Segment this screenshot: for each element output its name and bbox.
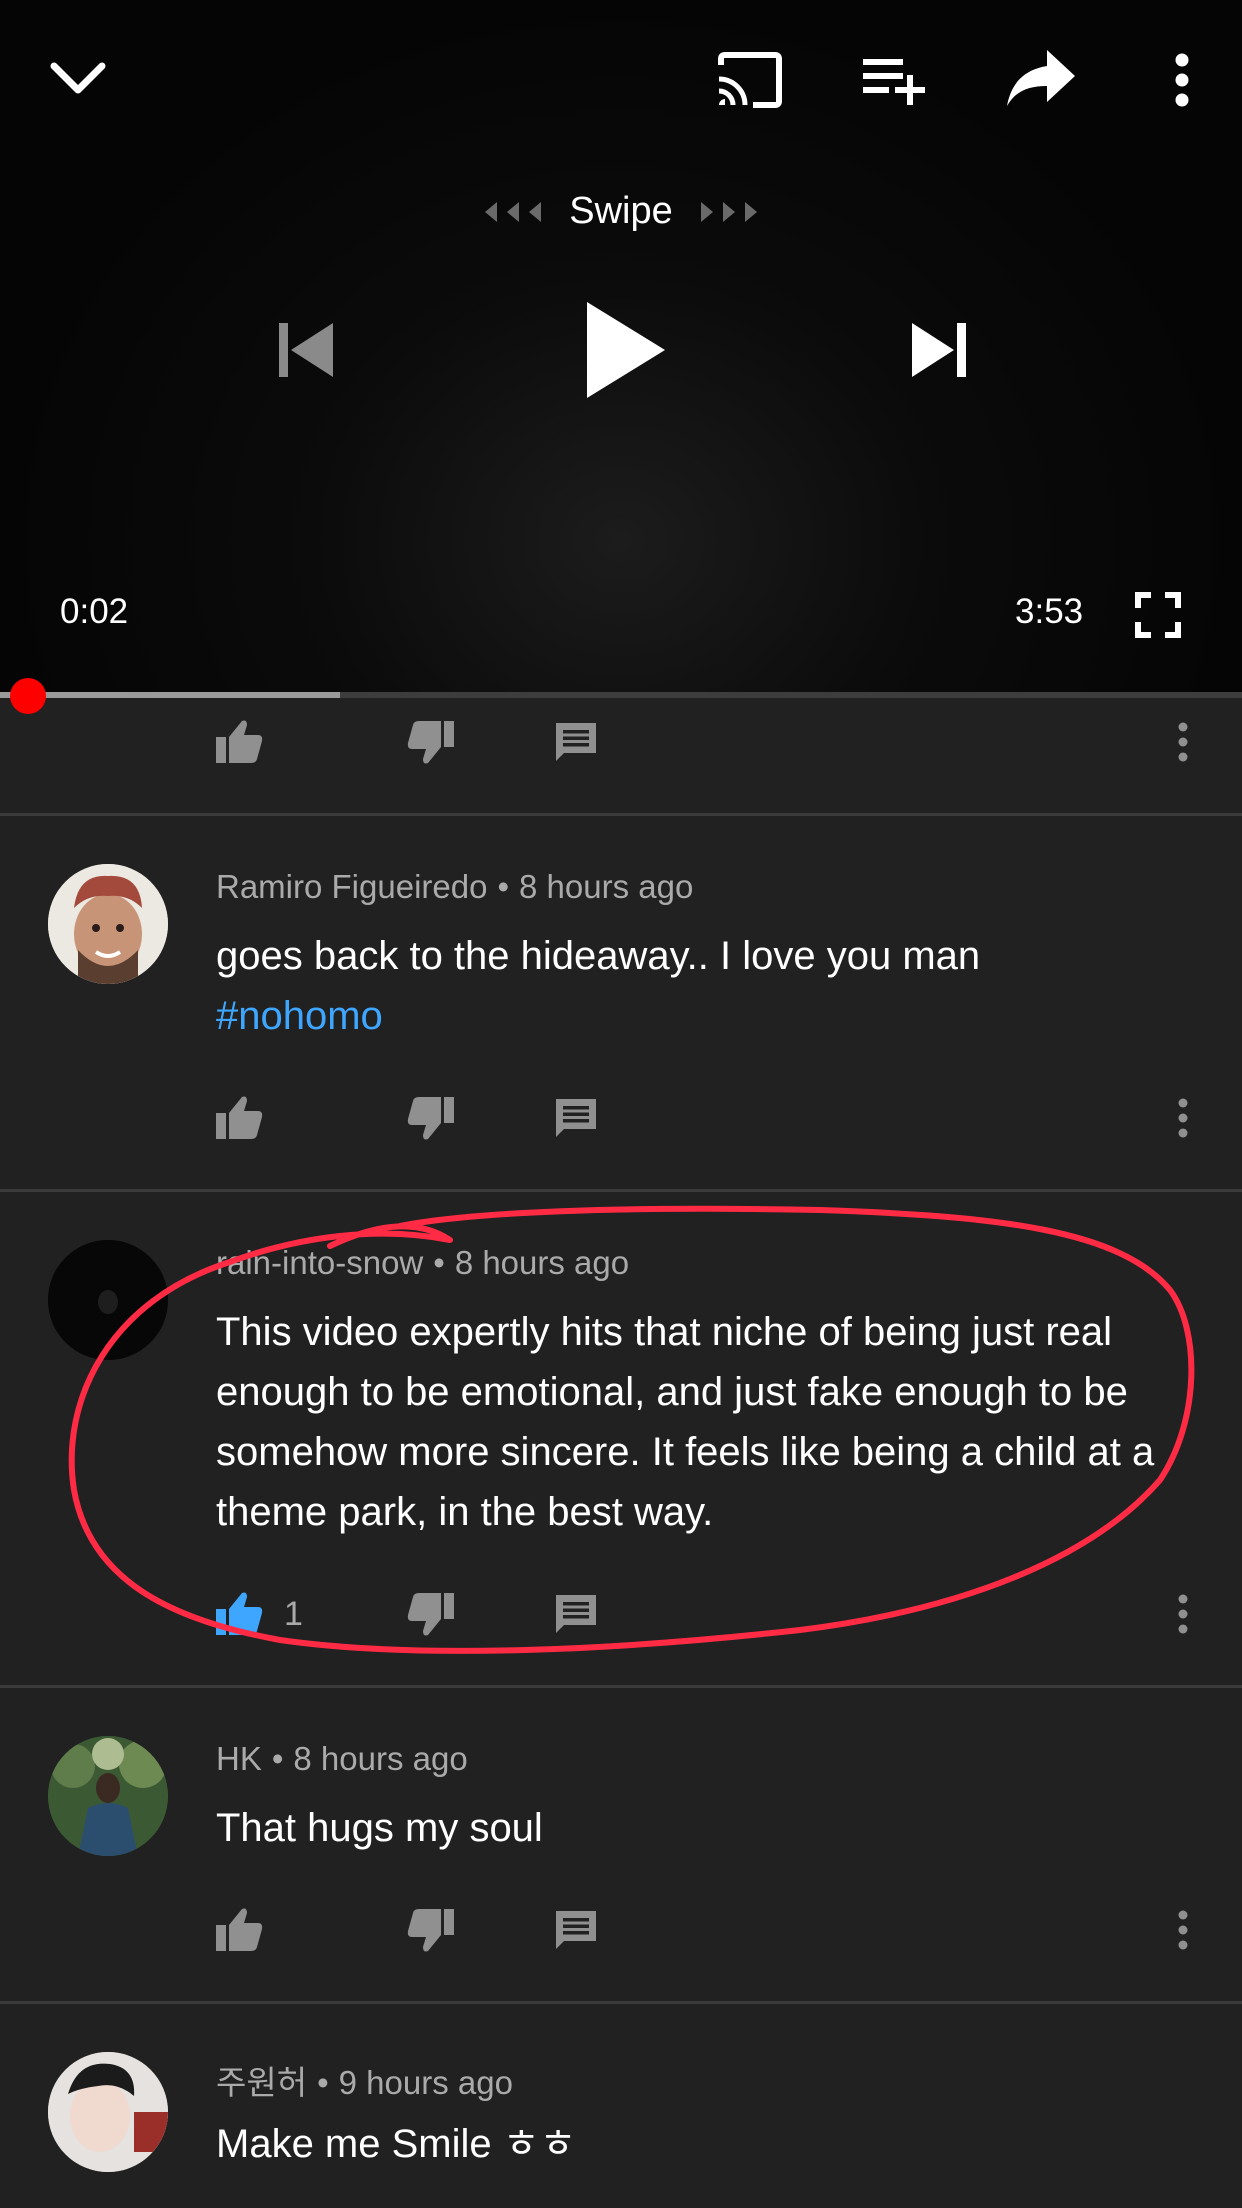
comment-text: goes back to the hideaway.. I love you m… bbox=[216, 926, 1176, 1046]
thumbs-down-icon bbox=[407, 1097, 454, 1140]
more-vert-icon bbox=[1178, 1910, 1188, 1950]
swipe-label: Swipe bbox=[569, 190, 673, 232]
comment-actions: 1 bbox=[0, 1574, 1242, 1654]
comment-meta: rain-into-snow • 8 hours ago bbox=[216, 1244, 629, 1282]
comment-time: 8 hours ago bbox=[454, 1244, 630, 1281]
user-avatar-image bbox=[48, 864, 168, 984]
reply-button[interactable] bbox=[554, 702, 598, 782]
reply-button[interactable] bbox=[554, 1890, 598, 1970]
play-button[interactable] bbox=[570, 285, 680, 415]
next-button[interactable] bbox=[895, 300, 985, 400]
reply-comment-icon bbox=[556, 1911, 596, 1949]
fullscreen-button[interactable] bbox=[1128, 584, 1188, 646]
swipe-left-arrows-icon bbox=[485, 201, 542, 222]
thumbs-down-icon bbox=[407, 721, 454, 764]
skip-previous-icon bbox=[279, 323, 333, 377]
avatar[interactable] bbox=[48, 864, 168, 984]
collapse-button[interactable] bbox=[40, 40, 116, 116]
previous-button[interactable] bbox=[260, 300, 350, 400]
thumbs-up-icon bbox=[216, 1908, 263, 1951]
more-vert-icon bbox=[1178, 1098, 1188, 1138]
chevron-down-icon bbox=[50, 62, 106, 94]
comment-actions bbox=[0, 702, 1242, 782]
like-count: 1 bbox=[284, 1594, 303, 1633]
progress-buffered bbox=[0, 692, 340, 698]
comment-text: Make me Smile ㅎㅎ bbox=[216, 2122, 577, 2166]
comment-time: 9 hours ago bbox=[338, 2064, 513, 2101]
reply-comment-icon bbox=[556, 723, 596, 761]
like-button[interactable] bbox=[214, 1890, 264, 1970]
comment-text: That hugs my soul bbox=[216, 1806, 543, 1850]
more-vert-icon bbox=[1178, 722, 1188, 762]
comment-author[interactable]: Ramiro Figueiredo bbox=[216, 868, 487, 905]
comment-more-button[interactable] bbox=[1176, 702, 1190, 782]
share-button[interactable] bbox=[996, 36, 1086, 120]
swipe-right-arrows-icon bbox=[700, 201, 757, 222]
thumbs-down-icon bbox=[407, 1593, 454, 1636]
like-button[interactable] bbox=[214, 702, 264, 782]
thumbs-up-icon bbox=[216, 1096, 263, 1139]
user-avatar-image bbox=[48, 1240, 168, 1360]
thumbs-down-icon bbox=[407, 1909, 454, 1952]
user-avatar-image bbox=[48, 1736, 168, 1856]
thumbs-up-liked-icon bbox=[216, 1592, 263, 1635]
comment-meta: Ramiro Figueiredo • 8 hours ago bbox=[216, 868, 693, 906]
duration: 3:53 bbox=[1015, 592, 1084, 631]
play-icon bbox=[587, 302, 665, 398]
dislike-button[interactable] bbox=[406, 702, 456, 782]
cast-button[interactable] bbox=[710, 40, 790, 120]
like-button[interactable]: 1 bbox=[214, 1574, 303, 1654]
comment-more-button[interactable] bbox=[1176, 1078, 1190, 1158]
dislike-button[interactable] bbox=[406, 1574, 456, 1654]
swipe-hint: Swipe bbox=[0, 190, 1242, 233]
comment-author[interactable]: 주원허 bbox=[216, 2064, 307, 2101]
dislike-button[interactable] bbox=[406, 1890, 456, 1970]
share-icon bbox=[1007, 50, 1075, 106]
comment-author[interactable]: rain-into-snow bbox=[216, 1244, 423, 1281]
more-vert-icon bbox=[1175, 53, 1189, 107]
thumbs-up-icon bbox=[216, 720, 263, 763]
user-avatar-image bbox=[48, 2052, 168, 2172]
comment-body: goes back to the hideaway.. I love you m… bbox=[216, 934, 981, 978]
comment-item: 주원허 • 9 hours ago Make me Smile ㅎㅎ bbox=[0, 2004, 1242, 2208]
avatar[interactable] bbox=[48, 1736, 168, 1856]
comment-text: This video expertly hits that niche of b… bbox=[216, 1310, 1155, 1534]
cast-icon bbox=[718, 52, 782, 108]
separator-dot: • bbox=[433, 1244, 445, 1281]
current-time: 0:02 bbox=[60, 592, 129, 631]
like-button[interactable] bbox=[214, 1078, 264, 1158]
reply-button[interactable] bbox=[554, 1078, 598, 1158]
reply-comment-icon bbox=[556, 1595, 596, 1633]
add-to-queue-button[interactable] bbox=[852, 40, 934, 120]
comment-more-button[interactable] bbox=[1176, 1890, 1190, 1970]
more-options-button[interactable] bbox=[1150, 40, 1214, 120]
separator-dot: • bbox=[317, 2064, 329, 2101]
playlist-add-icon bbox=[863, 59, 925, 105]
reply-button[interactable] bbox=[554, 1574, 598, 1654]
dislike-button[interactable] bbox=[406, 1078, 456, 1158]
reply-comment-icon bbox=[556, 1099, 596, 1137]
comment-time: 8 hours ago bbox=[519, 868, 694, 905]
comment-actions bbox=[0, 1890, 1242, 1970]
separator-dot: • bbox=[497, 868, 510, 905]
comment-more-button[interactable] bbox=[1176, 1574, 1190, 1654]
comment-meta: 주원허 • 9 hours ago bbox=[216, 2056, 513, 2104]
separator-dot: • bbox=[271, 1740, 284, 1777]
fullscreen-icon bbox=[1135, 592, 1181, 638]
hashtag-link[interactable]: #nohomo bbox=[216, 994, 383, 1038]
comment-meta: HK • 8 hours ago bbox=[216, 1740, 468, 1778]
comment-time: 8 hours ago bbox=[293, 1740, 468, 1777]
more-vert-icon bbox=[1178, 1594, 1188, 1634]
avatar[interactable] bbox=[48, 1240, 168, 1360]
skip-next-icon bbox=[912, 323, 966, 377]
comment-actions bbox=[0, 1078, 1242, 1158]
comment-author[interactable]: HK bbox=[216, 1740, 262, 1777]
video-player[interactable]: Swipe 0:02 3:53 bbox=[0, 0, 1242, 693]
avatar[interactable] bbox=[48, 2052, 168, 2172]
